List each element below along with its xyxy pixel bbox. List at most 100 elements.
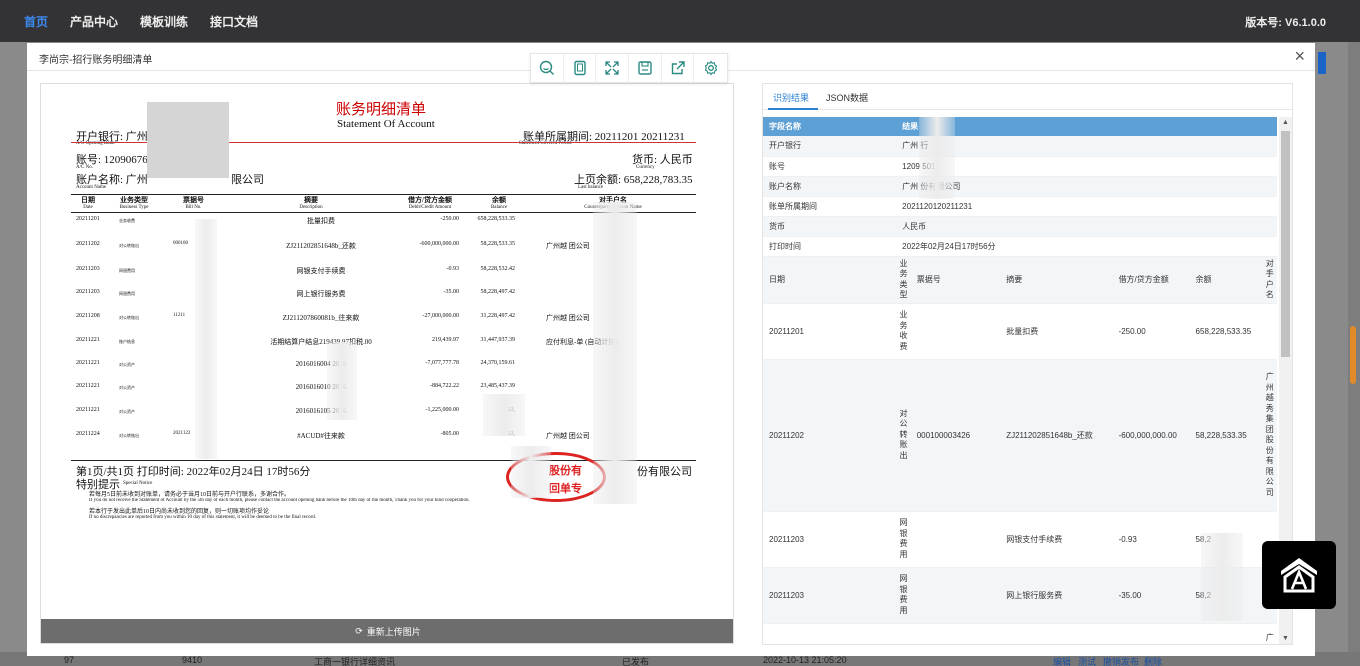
- doc-cell-date: 20211202: [76, 241, 100, 247]
- doc-account-en: A/C No.: [76, 165, 93, 170]
- doc-cell-bill: 000100: [173, 241, 188, 246]
- field-name: 账号: [763, 156, 897, 177]
- doc-cell-desc: #ACUD#往来款: [297, 432, 345, 440]
- scroll-up-icon[interactable]: ▲: [1282, 119, 1289, 126]
- doc-cell-amount: -0.93: [446, 266, 460, 272]
- doc-cell-counterparty: 广州越 团公司: [546, 432, 590, 440]
- nav-template-training[interactable]: 模板训练: [140, 13, 188, 30]
- bg-row-id: 97: [64, 655, 75, 665]
- doc-account-name-tail: 限公司: [231, 174, 264, 186]
- redaction-strip: [593, 202, 637, 504]
- doc-last-balance-en: Last balance: [578, 185, 604, 190]
- doc-cell-balance: 58,228,532.42: [480, 266, 516, 272]
- result-cell-date: 20211203: [763, 567, 897, 624]
- field-value: 2021120120211231: [896, 196, 1277, 217]
- bg-edit-link[interactable]: 编辑: [1053, 655, 1071, 666]
- result-cell-bill: [910, 567, 1001, 624]
- bg-unpublish-link[interactable]: 撤销发布: [1103, 655, 1139, 666]
- doc-col-desc: 摘要 Description: [299, 196, 323, 210]
- doc-cell-amount: 219,439.97: [432, 337, 459, 343]
- doc-cell-type: 对公转账出: [119, 315, 139, 320]
- nav-home[interactable]: 首页: [24, 13, 48, 30]
- fit-page-icon[interactable]: [564, 54, 597, 82]
- result-scrollbar-thumb[interactable]: [1281, 131, 1290, 357]
- result-modal: 李尚宗-招行账务明细清单 × 账务明细清单 Statement Of Accou…: [27, 43, 1315, 656]
- doc-cell-amount: -805.00: [440, 431, 460, 437]
- bg-test-link[interactable]: 测试: [1078, 655, 1096, 666]
- doc-cell-desc: ZJ211207860081b_往来款: [282, 314, 360, 322]
- result-cell-type: 对公转账出: [896, 359, 911, 512]
- bg-row-time: 2022-10-13 21:05:20: [763, 655, 847, 665]
- scroll-down-icon[interactable]: ▼: [1282, 635, 1289, 642]
- col-date-header: 日期: [763, 256, 897, 304]
- redaction-strip: [327, 342, 357, 420]
- doc-cell-counterparty: 广州越 团公司: [546, 314, 590, 322]
- col-counter-header: 对手户名: [1262, 256, 1277, 304]
- doc-cell-balance: 58,228,497.42: [480, 289, 516, 295]
- doc-notice-line-4: If no discrepancies are reported from yo…: [89, 515, 317, 520]
- result-cell-balance: 658,228,533.35: [1189, 303, 1263, 360]
- doc-cell-date: 20211221: [76, 383, 100, 389]
- doc-cell-amount: -27,000,000.00: [422, 313, 460, 319]
- doc-cell-desc: 2016016004 2016: [295, 360, 347, 368]
- result-table-wrap: 字段名称 结果 开户银行广州 行 账号1209 501 账户名称广州 份有限公司…: [763, 117, 1277, 644]
- nav-product-center[interactable]: 产品中心: [70, 13, 118, 30]
- save-icon[interactable]: [629, 54, 662, 82]
- result-cell-date: 20211201: [763, 303, 897, 360]
- field-name: 货币: [763, 216, 897, 237]
- result-cell-bill: [910, 511, 1001, 568]
- result-cell-date: 20211203: [763, 511, 897, 568]
- doc-cell-balance: 23,485,437.39: [480, 383, 516, 389]
- result-cell-amount: -35.00: [1112, 567, 1190, 624]
- result-cell-desc: ZJ211202851648b_还款: [1000, 359, 1113, 512]
- result-cell-type: 网银费用: [896, 567, 911, 624]
- result-row: 广: [763, 623, 1277, 644]
- doc-cell-type: 网银费用: [119, 291, 135, 296]
- doc-cell-date: 20211201: [76, 216, 100, 222]
- settings-icon[interactable]: [694, 54, 727, 82]
- nav-api-docs[interactable]: 接口文档: [210, 13, 258, 30]
- result-cell-balance: 58,228,533.35: [1189, 359, 1263, 512]
- image-toolbar: [530, 53, 728, 83]
- close-icon[interactable]: ×: [1294, 47, 1305, 65]
- doc-cell-desc: 2016016010 2016: [295, 383, 347, 391]
- result-cell-bill: [910, 623, 1001, 644]
- reupload-image-button[interactable]: ⟳ 重新上传图片: [41, 619, 733, 643]
- fullscreen-icon[interactable]: [596, 54, 630, 82]
- doc-cell-desc: 批量扣费: [307, 217, 335, 225]
- doc-col-bill: 票据号 Bill No.: [183, 196, 204, 210]
- tab-recognition-result[interactable]: 识别结果: [773, 91, 809, 104]
- result-cell-amount: -600,000,000.00: [1112, 359, 1190, 512]
- doc-cell-balance: 658,228,533.35: [477, 216, 516, 222]
- version-label: 版本号: V6.1.0.0: [1245, 17, 1326, 29]
- doc-cell-balance: 31,228,497.42: [480, 313, 516, 319]
- active-tab-underline: [768, 108, 818, 110]
- export-icon[interactable]: [662, 54, 695, 82]
- col-desc-header: 摘要: [1000, 256, 1113, 304]
- result-row: 20211202 对公转账出 000100003426 ZJ211202851648b…: [763, 359, 1277, 512]
- doc-cell-type: 对公转账出: [119, 433, 139, 438]
- zoom-icon[interactable]: [531, 54, 564, 82]
- app-logo-icon[interactable]: [1262, 541, 1336, 609]
- doc-cell-amount: -884,722.22: [430, 383, 459, 389]
- doc-cell-desc: 活期结算户结息219439.97扣税.00: [270, 338, 372, 346]
- result-cell-amount: [1112, 623, 1190, 644]
- result-cell-type: 业务收费: [896, 303, 911, 360]
- tab-json-data[interactable]: JSON数据: [826, 91, 868, 104]
- result-table: 字段名称 结果 开户银行广州 行 账号1209 501 账户名称广州 份有限公司…: [763, 117, 1277, 644]
- doc-cell-desc: 网银支付手续费: [296, 267, 346, 275]
- doc-cell-amount: -250.00: [440, 216, 460, 222]
- result-cell-counter: 广州越秀集团股份有限公司: [1262, 359, 1277, 512]
- doc-cell-date: 20211221: [76, 360, 100, 366]
- field-name-header: 字段名称: [763, 117, 897, 136]
- redaction-strip: [195, 219, 217, 459]
- bg-delete-link[interactable]: 删除: [1144, 655, 1162, 666]
- refresh-icon: ⟳: [355, 625, 363, 636]
- redaction-block: [147, 102, 229, 178]
- result-cell-amount: -0.93: [1112, 511, 1190, 568]
- doc-notice-line-3: 若本行于发出此单后10日内尚未收到您的回复，则一切账项均作妥论: [89, 509, 270, 515]
- field-name: 账户名称: [763, 176, 897, 197]
- result-cell-bill: 000100003426: [910, 359, 1001, 512]
- field-value: 人民币: [896, 216, 1277, 237]
- page-scrollbar-thumb[interactable]: [1350, 326, 1356, 384]
